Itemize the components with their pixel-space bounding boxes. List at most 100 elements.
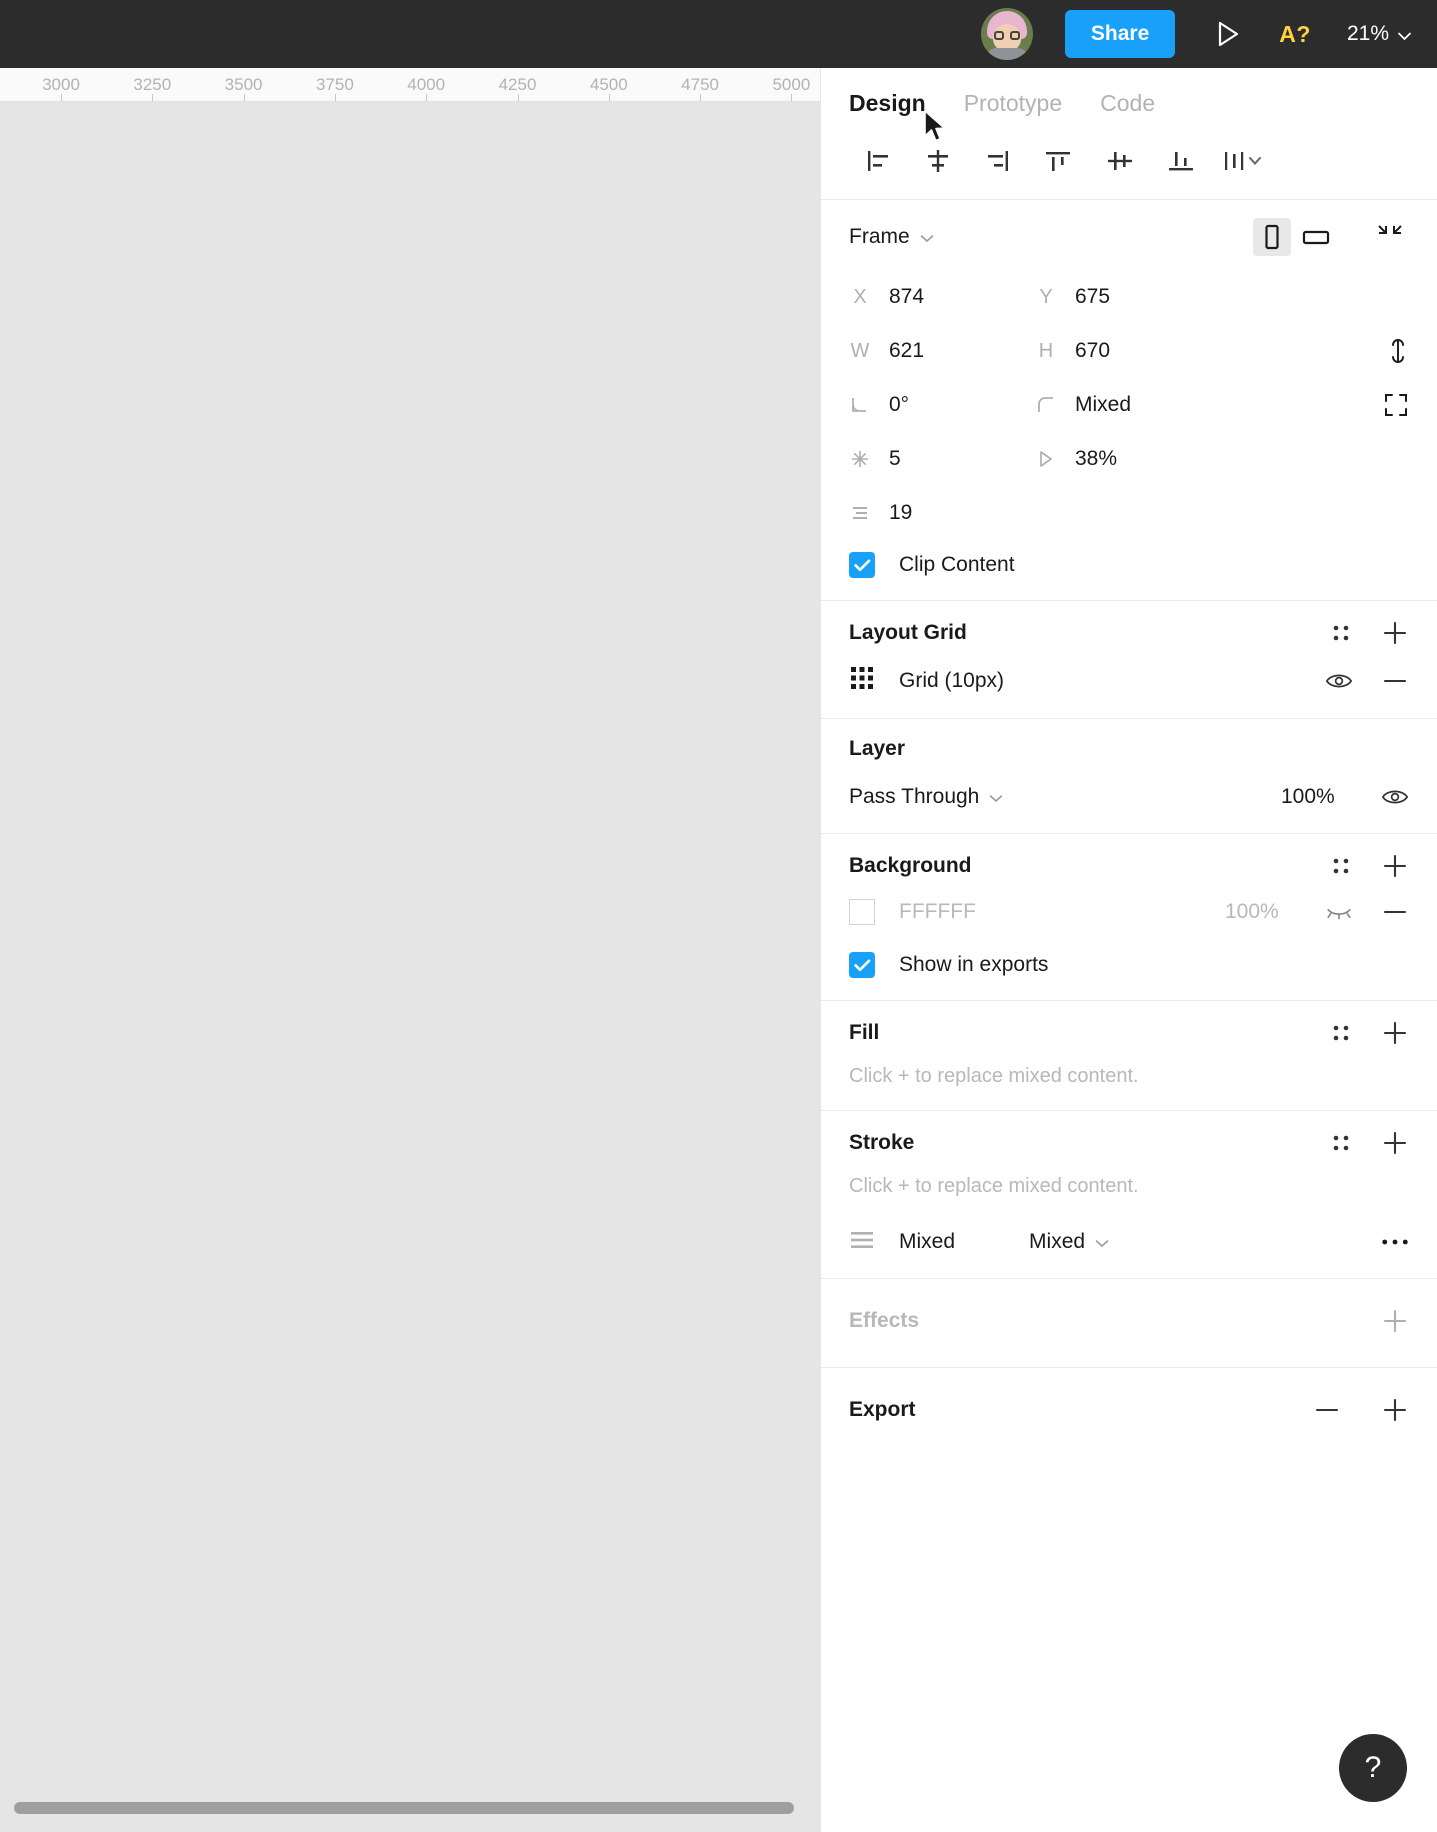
rotation-field[interactable]: 0° — [849, 393, 1035, 417]
distribute-more-icon[interactable] — [1213, 141, 1277, 181]
stroke-align-value[interactable]: Mixed — [899, 1230, 955, 1254]
eye-closed-icon[interactable] — [1325, 898, 1353, 926]
padding-field[interactable]: 38% — [1035, 447, 1221, 471]
background-opacity-value[interactable]: 100% — [1225, 900, 1297, 924]
plus-icon[interactable] — [1381, 619, 1409, 647]
stroke-settings-row: Mixed Mixed — [849, 1228, 1409, 1256]
ellipsis-icon[interactable] — [1381, 1228, 1409, 1256]
top-toolbar: Share A? 21% — [0, 0, 1437, 68]
blend-mode-value: Pass Through — [849, 785, 980, 808]
background-color-row: FFFFFF 100% — [849, 898, 1409, 926]
layer-opacity-value[interactable]: 100% — [1281, 785, 1353, 809]
ruler-tick-mark — [608, 94, 610, 101]
accessibility-badge[interactable]: A? — [1279, 21, 1311, 48]
constrain-proportions-icon[interactable] — [1387, 337, 1409, 365]
clip-content-checkbox[interactable] — [849, 552, 875, 578]
frame-section: Frame X 874 Y 675 W 621 H 670 0° Mixed 5… — [821, 200, 1437, 601]
right-properties-panel: Design Prototype Code Frame X 874 Y 675 … — [820, 68, 1437, 1832]
plus-icon[interactable] — [1381, 1307, 1409, 1335]
vertical-spacing-icon — [849, 503, 871, 523]
play-triangle-icon[interactable] — [1205, 11, 1251, 57]
width-field[interactable]: W 621 — [849, 339, 1035, 363]
align-horizontal-center-icon[interactable] — [908, 141, 967, 181]
ruler-tick-label: 3500 — [224, 75, 263, 94]
export-title: Export — [849, 1398, 916, 1421]
stroke-hint: Click + to replace mixed content. — [849, 1175, 1139, 1197]
padding-icon — [1035, 449, 1057, 469]
show-in-exports-checkbox[interactable] — [849, 952, 875, 978]
clip-content-row[interactable]: Clip Content — [849, 552, 1409, 578]
minus-icon[interactable] — [1381, 898, 1409, 926]
styles-grid-icon[interactable] — [1327, 1019, 1355, 1047]
show-in-exports-row[interactable]: Show in exports — [849, 952, 1409, 978]
plus-icon[interactable] — [1381, 1396, 1409, 1424]
orientation-toggle — [1253, 218, 1409, 256]
plus-icon[interactable] — [1381, 1129, 1409, 1157]
styles-grid-icon[interactable] — [1327, 852, 1355, 880]
vertical-spacing-field[interactable]: 19 — [849, 501, 1035, 525]
layout-grid-section: Layout Grid Grid (10px) — [821, 601, 1437, 719]
ruler-tick-label: 3000 — [42, 75, 80, 94]
corner-radius-icon — [1035, 395, 1057, 415]
stroke-align-icon — [849, 1229, 875, 1256]
ruler-tick-label: 4000 — [407, 75, 446, 94]
ruler-tick-label: 3750 — [315, 75, 354, 94]
ruler-tick-mark — [243, 94, 245, 101]
layer-title: Layer — [849, 737, 906, 760]
independent-corners-icon[interactable] — [1383, 392, 1409, 418]
export-section: Export — [821, 1368, 1437, 1456]
minus-icon[interactable] — [1381, 667, 1409, 695]
tab-code[interactable]: Code — [1100, 90, 1155, 117]
styles-grid-icon[interactable] — [1327, 619, 1355, 647]
autolayout-row: 5 38% — [849, 432, 1409, 486]
grid-dots-icon — [849, 665, 875, 696]
align-right-icon[interactable] — [967, 141, 1026, 181]
background-hex-value[interactable]: FFFFFF — [899, 900, 976, 924]
corner-radius-field[interactable]: Mixed — [1035, 393, 1221, 417]
fill-section: Fill Click + to replace mixed content. — [821, 1001, 1437, 1111]
align-top-icon[interactable] — [1026, 141, 1090, 181]
stroke-weight-dropdown[interactable]: Mixed — [1029, 1230, 1109, 1254]
avatar[interactable] — [980, 8, 1033, 60]
portrait-frame-icon[interactable] — [1253, 218, 1291, 256]
height-field[interactable]: H 670 — [1035, 339, 1221, 363]
show-in-exports-label: Show in exports — [899, 953, 1049, 976]
ruler-tick-label: 4250 — [498, 75, 537, 94]
eye-icon[interactable] — [1381, 783, 1409, 811]
horizontal-scrollbar[interactable] — [14, 1802, 794, 1814]
styles-grid-icon[interactable] — [1327, 1129, 1355, 1157]
share-button[interactable]: Share — [1064, 10, 1176, 58]
background-section: Background FFFFFF 100% Show in exports — [821, 834, 1437, 1001]
stroke-weight-value: Mixed — [1029, 1230, 1086, 1253]
tab-design[interactable]: Design — [849, 90, 926, 117]
y-field[interactable]: Y 675 — [1035, 285, 1221, 309]
canvas-area[interactable]: 3000 3250 3500 3750 4000 4250 4500 4750 5000 — [0, 68, 820, 1832]
blend-mode-dropdown[interactable]: Pass Through — [849, 785, 1003, 809]
ruler-tick-mark — [700, 94, 702, 101]
fill-hint: Click + to replace mixed content. — [849, 1065, 1139, 1087]
landscape-frame-icon[interactable] — [1297, 218, 1335, 256]
y-position-icon: Y — [1039, 285, 1053, 308]
tab-prototype[interactable]: Prototype — [964, 90, 1062, 117]
align-left-icon[interactable] — [849, 141, 908, 181]
chevron-down-icon — [1398, 22, 1411, 46]
help-button[interactable]: ? — [1339, 1734, 1407, 1802]
layout-spacing-icon — [849, 449, 871, 469]
frame-type-dropdown[interactable]: Frame — [849, 225, 934, 249]
layout-spacing-field[interactable]: 5 — [849, 447, 1035, 471]
x-field[interactable]: X 874 — [849, 285, 1035, 309]
align-bottom-icon[interactable] — [1149, 141, 1213, 181]
plus-icon[interactable] — [1381, 852, 1409, 880]
zoom-control[interactable]: 21% — [1347, 22, 1411, 46]
background-color-swatch[interactable] — [849, 899, 875, 925]
panel-tabs: Design Prototype Code — [821, 68, 1437, 142]
align-vertical-center-icon[interactable] — [1090, 141, 1149, 181]
minus-icon[interactable] — [1313, 1396, 1341, 1424]
layer-section: Layer Pass Through 100% — [821, 719, 1437, 834]
vertical-spacing-row: 19 — [849, 486, 1409, 540]
background-title: Background — [849, 854, 972, 877]
collapse-arrows-icon[interactable] — [1371, 218, 1409, 256]
layout-grid-item[interactable]: Grid (10px) — [849, 665, 1409, 696]
plus-icon[interactable] — [1381, 1019, 1409, 1047]
eye-icon[interactable] — [1325, 667, 1353, 695]
